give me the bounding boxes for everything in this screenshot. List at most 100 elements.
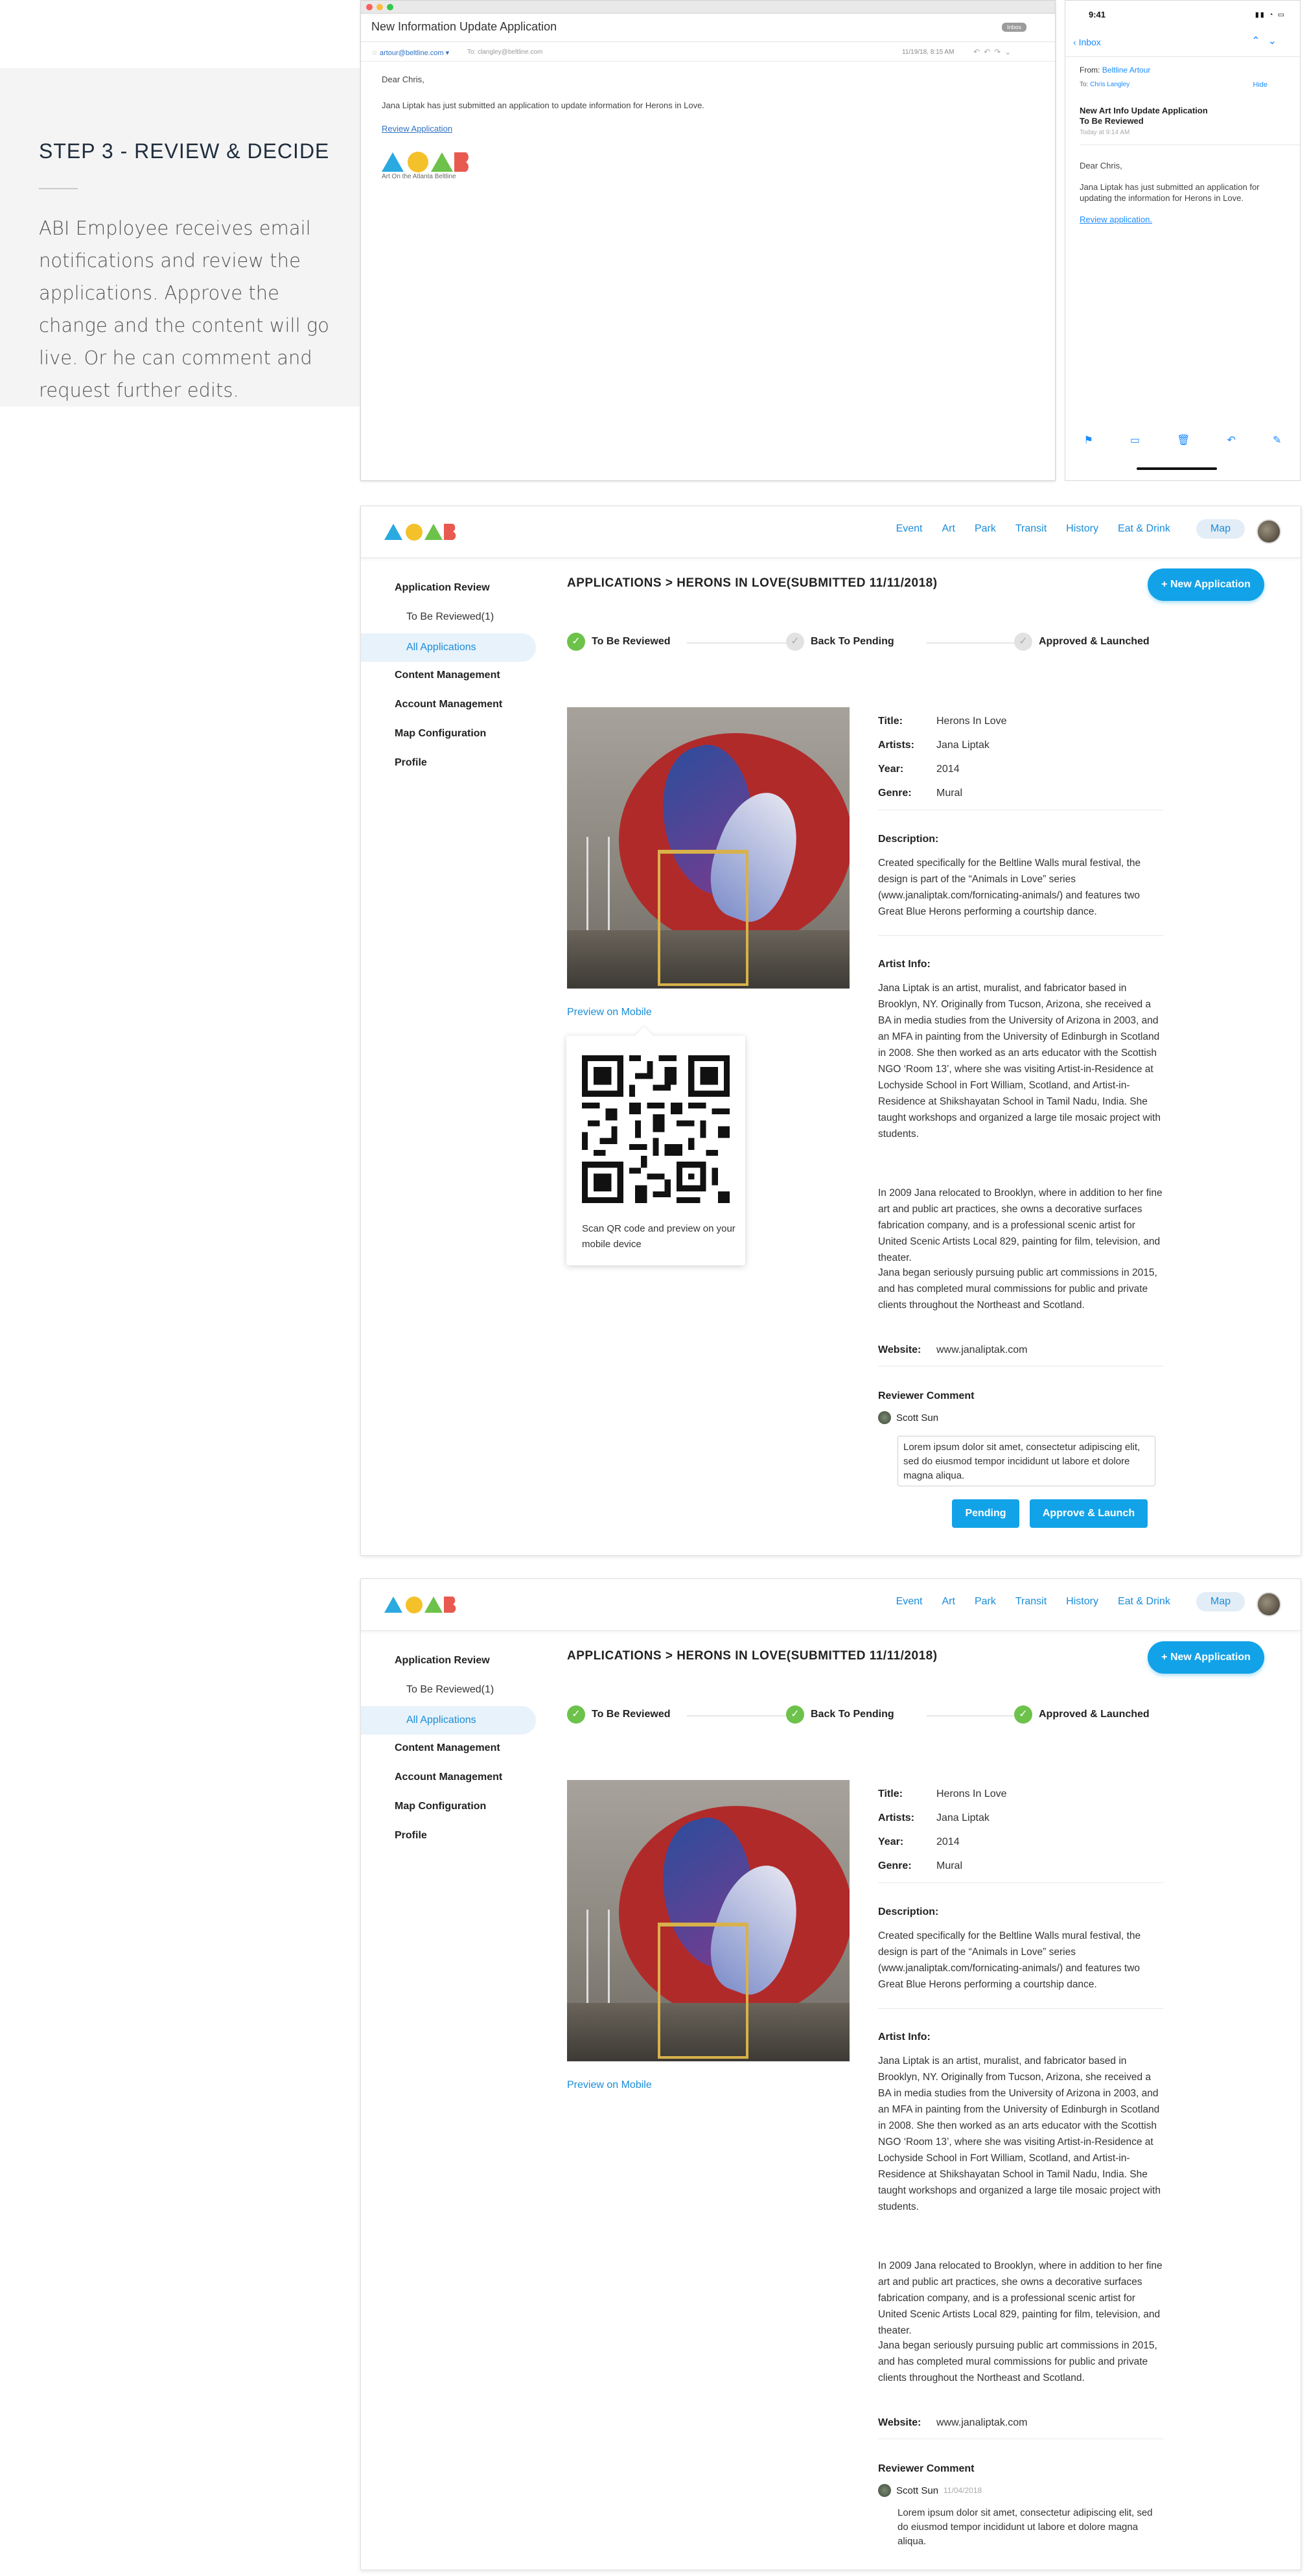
top-navbar: Event Art Park Transit History Eat & Dri… — [361, 506, 1301, 558]
website-value[interactable]: www.janaliptak.com — [936, 1344, 1028, 1355]
reply-icon[interactable]: ↶ — [1227, 434, 1236, 453]
divider — [878, 935, 1163, 936]
forward-icon[interactable]: ↷ — [994, 47, 1004, 56]
preview-on-mobile-link[interactable]: Preview on Mobile — [567, 2079, 652, 2091]
step-back-to-pending[interactable]: ✓ Back To Pending — [786, 1705, 894, 1724]
step-to-be-reviewed[interactable]: ✓ To Be Reviewed — [567, 1705, 671, 1724]
qr-popover: Scan QR code and preview on your mobile … — [566, 1026, 745, 1265]
main-nav: Event Art Park Transit History Eat & Dri… — [896, 519, 1245, 539]
sidebar-item-profile[interactable]: Profile — [395, 1830, 427, 1842]
folder-icon[interactable]: ▭ — [1130, 434, 1140, 453]
nav-event[interactable]: Event — [896, 1596, 923, 1611]
review-application-link[interactable]: Review Application — [382, 123, 704, 135]
nav-art[interactable]: Art — [942, 523, 955, 539]
hide-button[interactable]: Hide — [1253, 81, 1268, 89]
aoab-logo[interactable] — [384, 1595, 462, 1614]
artist-info-p1: Jana Liptak is an artist, muralist, and … — [878, 983, 1161, 1140]
avatar[interactable] — [1257, 1592, 1281, 1617]
minimize-dot[interactable] — [376, 4, 383, 10]
sidebar-item-to-be-reviewed[interactable]: To Be Reviewed(1) — [406, 1684, 494, 1696]
aoab-logo[interactable] — [384, 522, 462, 541]
sidebar-item-profile[interactable]: Profile — [395, 757, 427, 769]
field-year: Year: 2014 — [878, 1836, 960, 1848]
from-value[interactable]: Beltline Artour — [1102, 65, 1151, 75]
new-application-button[interactable]: + New Application — [1148, 568, 1264, 601]
sidebar-item-account-management[interactable]: Account Management — [395, 699, 502, 710]
more-icon[interactable]: ⌄ — [1004, 47, 1015, 56]
step-approved-launched[interactable]: ✓ Approved & Launched — [1014, 1705, 1150, 1724]
breadcrumb: APPLICATIONS > HERONS IN LOVE(SUBMITTED … — [567, 576, 938, 590]
flag-icon[interactable]: ⚑ — [1084, 434, 1093, 453]
step-back-to-pending[interactable]: ✓ Back To Pending — [786, 633, 894, 651]
email-actions[interactable]: ↶↶↷⌄ — [973, 47, 1015, 56]
breadcrumb: APPLICATIONS > HERONS IN LOVE(SUBMITTED … — [567, 1649, 938, 1663]
sidebar-item-all-applications[interactable]: All Applications — [361, 633, 536, 662]
pending-button[interactable]: Pending — [952, 1499, 1019, 1528]
sidebar-item-content-management[interactable]: Content Management — [395, 670, 500, 681]
qr-code — [582, 1055, 730, 1203]
phone-greeting: Dear Chris, — [1080, 161, 1122, 170]
to-value[interactable]: Chris Langley — [1090, 81, 1129, 88]
status-icons: ▮▮ ◔ ▭ — [1255, 11, 1286, 19]
nav-park[interactable]: Park — [975, 523, 996, 539]
step-connector — [927, 1715, 1027, 1716]
home-indicator — [1137, 467, 1217, 470]
phone-review-link[interactable]: Review application. — [1080, 214, 1293, 225]
artists-value: Jana Liptak — [936, 740, 990, 751]
avatar[interactable] — [1257, 519, 1281, 544]
nav-park[interactable]: Park — [975, 1596, 996, 1611]
reply-all-icon[interactable]: ↶ — [984, 47, 994, 56]
star-icon[interactable]: ☆ — [371, 49, 380, 57]
email-from[interactable]: ☆ artour@beltline.com ▾ — [371, 49, 449, 57]
genre-label: Genre: — [878, 788, 912, 799]
trash-icon[interactable]: 🗑 — [1177, 434, 1190, 453]
chevron-down-icon[interactable]: ⌄ — [1268, 36, 1284, 47]
preview-on-mobile-link[interactable]: Preview on Mobile — [567, 1007, 652, 1018]
phone-subject: New Art Info Update Application To Be Re… — [1080, 106, 1208, 126]
sidebar-item-account-management[interactable]: Account Management — [395, 1772, 502, 1783]
website-label: Website: — [878, 2417, 921, 2428]
reviewer-comment-input[interactable]: Lorem ipsum dolor sit amet, consectetur … — [898, 1436, 1155, 1486]
reviewer-name: Scott Sun — [896, 1412, 939, 1423]
nav-transit[interactable]: Transit — [1015, 523, 1047, 539]
nav-eat-drink[interactable]: Eat & Drink — [1118, 523, 1170, 539]
sidebar-item-application-review[interactable]: Application Review — [395, 1655, 490, 1667]
sidebar-item-all-applications[interactable]: All Applications — [361, 1706, 536, 1735]
close-dot[interactable] — [366, 4, 373, 10]
from-address[interactable]: artour@beltline.com — [380, 49, 444, 57]
nav-map[interactable]: Map — [1196, 519, 1245, 539]
artist-info-p3: Jana began seriously pursuing public art… — [878, 2340, 1157, 2383]
reply-icon[interactable]: ↶ — [973, 47, 984, 56]
sidebar-item-map-configuration[interactable]: Map Configuration — [395, 1801, 486, 1812]
year-value: 2014 — [936, 764, 960, 775]
mail-arrows[interactable]: ⌃⌄ — [1251, 34, 1284, 47]
nav-art[interactable]: Art — [942, 1596, 955, 1611]
nav-eat-drink[interactable]: Eat & Drink — [1118, 1596, 1170, 1611]
step-connector — [687, 1715, 787, 1716]
reviewer-comment-text: Lorem ipsum dolor sit amet, consectetur … — [898, 2507, 1153, 2547]
compose-icon[interactable]: ✎ — [1273, 434, 1281, 453]
nav-history[interactable]: History — [1066, 523, 1098, 539]
check-icon: ✓ — [567, 633, 585, 651]
nav-map[interactable]: Map — [1196, 1592, 1245, 1611]
sidebar-item-application-review[interactable]: Application Review — [395, 582, 490, 594]
sidebar-item-content-management[interactable]: Content Management — [395, 1742, 500, 1754]
back-to-inbox[interactable]: ‹ Inbox — [1073, 37, 1101, 47]
nav-transit[interactable]: Transit — [1015, 1596, 1047, 1611]
step-to-be-reviewed[interactable]: ✓ To Be Reviewed — [567, 633, 671, 651]
new-application-button[interactable]: + New Application — [1148, 1641, 1264, 1674]
sidebar-item-map-configuration[interactable]: Map Configuration — [395, 728, 486, 740]
step-label: To Be Reviewed — [592, 1709, 671, 1720]
phone-from: From: Beltline Artour — [1080, 65, 1150, 75]
nav-history[interactable]: History — [1066, 1596, 1098, 1611]
step-approved-launched[interactable]: ✓ Approved & Launched — [1014, 633, 1150, 651]
chevron-up-icon[interactable]: ⌃ — [1251, 36, 1268, 47]
admin-app-approved: Event Art Park Transit History Eat & Dri… — [360, 1578, 1301, 2570]
nav-event[interactable]: Event — [896, 523, 923, 539]
website-value[interactable]: www.janaliptak.com — [936, 2417, 1028, 2428]
sidebar-item-to-be-reviewed[interactable]: To Be Reviewed(1) — [406, 611, 494, 623]
approve-launch-button[interactable]: Approve & Launch — [1030, 1499, 1148, 1528]
step-connector — [927, 642, 1027, 644]
review-date: 11/04/2018 — [944, 2486, 982, 2495]
zoom-dot[interactable] — [387, 4, 393, 10]
